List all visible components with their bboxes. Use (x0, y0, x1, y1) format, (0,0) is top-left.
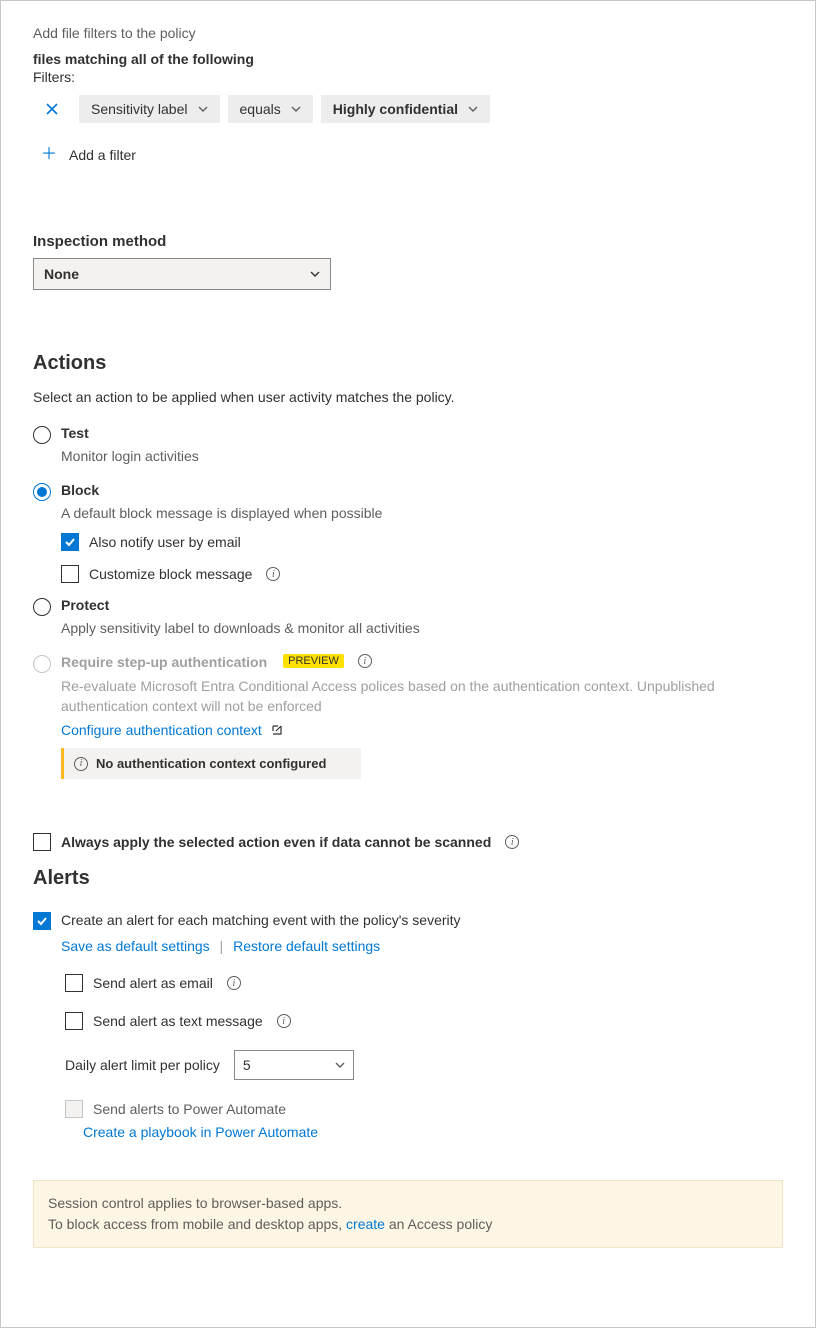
matching-header: files matching all of the following (33, 51, 783, 67)
configure-auth-context-link[interactable]: Configure authentication context (61, 722, 262, 738)
radio-test[interactable] (33, 426, 51, 444)
divider: | (220, 938, 224, 954)
checkbox-send-email-label: Send alert as email (93, 975, 213, 991)
radio-protect[interactable] (33, 598, 51, 616)
alerts-heading: Alerts (33, 867, 783, 890)
auth-context-warning-text: No authentication context configured (96, 756, 326, 771)
checkmark-icon (64, 536, 76, 548)
plus-icon: ＋ (41, 147, 57, 163)
footer-line1: Session control applies to browser-based… (48, 1193, 768, 1214)
close-icon (46, 103, 58, 115)
remove-filter-button[interactable] (39, 96, 65, 122)
inspection-method-value: None (44, 266, 79, 282)
create-playbook-link[interactable]: Create a playbook in Power Automate (83, 1124, 318, 1140)
footer-note: Session control applies to browser-based… (33, 1180, 783, 1248)
daily-limit-select[interactable]: 5 (234, 1050, 354, 1080)
restore-default-link[interactable]: Restore default settings (233, 938, 380, 954)
filters-label: Filters: (33, 69, 783, 85)
checkbox-create-alert-label: Create an alert for each matching event … (61, 912, 461, 928)
radio-stepup-label: Require step-up authentication (61, 654, 267, 670)
chevron-down-icon (335, 1060, 345, 1070)
radio-block-sub: A default block message is displayed whe… (61, 505, 783, 521)
actions-desc: Select an action to be applied when user… (33, 389, 783, 405)
info-icon[interactable]: i (358, 654, 372, 668)
checkbox-create-alert[interactable] (33, 912, 51, 930)
save-default-link[interactable]: Save as default settings (61, 938, 210, 954)
radio-protect-label: Protect (61, 597, 109, 613)
radio-block-label: Block (61, 482, 99, 498)
info-icon[interactable]: i (266, 567, 280, 581)
radio-protect-sub: Apply sensitivity label to downloads & m… (61, 620, 783, 636)
footer-create-link[interactable]: create (346, 1216, 385, 1232)
radio-test-label: Test (61, 425, 89, 441)
inspection-method-select[interactable]: None (33, 258, 331, 290)
checkbox-notify-email-label: Also notify user by email (89, 534, 241, 550)
radio-stepup (33, 655, 51, 673)
filter-field-select[interactable]: Sensitivity label (79, 95, 220, 123)
add-filter-button[interactable]: ＋ Add a filter (41, 147, 783, 163)
checkbox-customize-message[interactable] (61, 565, 79, 583)
checkbox-power-automate (65, 1100, 83, 1118)
info-icon[interactable]: i (505, 835, 519, 849)
add-filter-label: Add a filter (69, 147, 136, 163)
footer-line2b: an Access policy (385, 1216, 492, 1232)
checkbox-power-automate-label: Send alerts to Power Automate (93, 1101, 286, 1117)
checkbox-send-text[interactable] (65, 1012, 83, 1030)
filter-value-label: Highly confidential (333, 101, 458, 117)
radio-test-sub: Monitor login activities (61, 448, 783, 464)
info-icon: i (74, 757, 88, 771)
filter-operator-label: equals (240, 101, 281, 117)
info-icon[interactable]: i (277, 1014, 291, 1028)
info-icon[interactable]: i (227, 976, 241, 990)
chevron-down-icon (468, 104, 478, 114)
footer-line2a: To block access from mobile and desktop … (48, 1216, 346, 1232)
filter-value-select[interactable]: Highly confidential (321, 95, 490, 123)
daily-limit-label: Daily alert limit per policy (65, 1057, 220, 1073)
actions-heading: Actions (33, 352, 783, 375)
chevron-down-icon (291, 104, 301, 114)
checkbox-notify-email[interactable] (61, 533, 79, 551)
checkbox-customize-message-label: Customize block message (89, 566, 252, 582)
checkmark-icon (36, 915, 48, 927)
checkbox-always-apply[interactable] (33, 833, 51, 851)
checkbox-send-email[interactable] (65, 974, 83, 992)
chevron-down-icon (198, 104, 208, 114)
checkbox-send-text-label: Send alert as text message (93, 1013, 263, 1029)
preview-badge: PREVIEW (283, 654, 344, 668)
radio-stepup-desc: Re-evaluate Microsoft Entra Conditional … (61, 677, 783, 716)
chevron-down-icon (310, 269, 320, 279)
daily-limit-value: 5 (243, 1057, 251, 1073)
external-link-icon (270, 723, 284, 737)
inspection-method-label: Inspection method (33, 233, 783, 250)
filter-row: Sensitivity label equals Highly confiden… (33, 95, 783, 123)
filter-field-label: Sensitivity label (91, 101, 188, 117)
intro-text: Add file filters to the policy (33, 25, 783, 41)
auth-context-warning: i No authentication context configured (61, 748, 361, 779)
radio-block[interactable] (33, 483, 51, 501)
filter-operator-select[interactable]: equals (228, 95, 313, 123)
checkbox-always-apply-label: Always apply the selected action even if… (61, 834, 491, 850)
